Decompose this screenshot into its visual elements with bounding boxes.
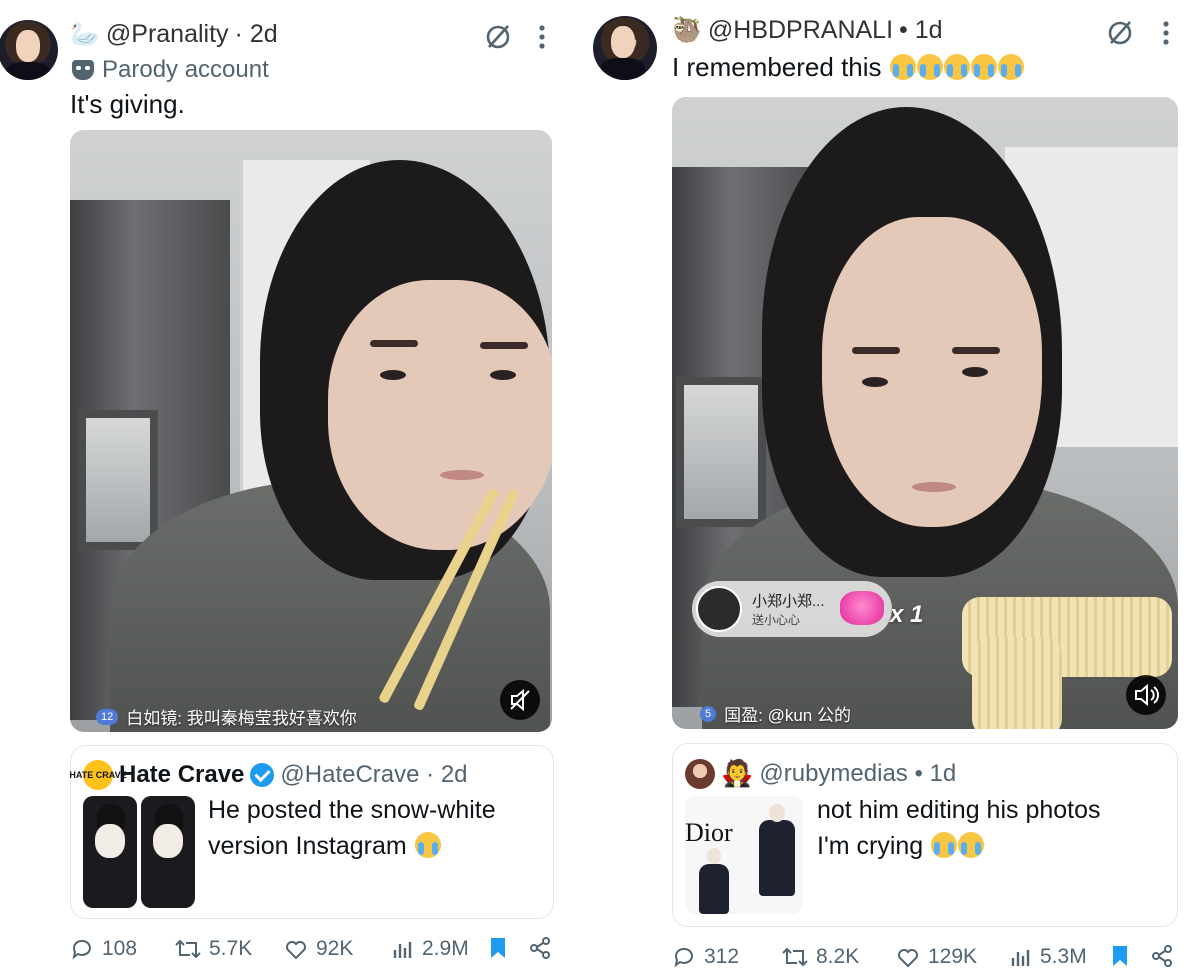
view-count: 5.3M (1040, 945, 1087, 968)
gift-subtitle: 送小心心 (752, 613, 801, 627)
crying-emoji (889, 54, 916, 80)
right-tweet[interactable]: 🦥 @HBDPRANALI • 1d I remembered this 小郑小… (580, 0, 1200, 978)
vampire-emoji: 🧛 (721, 758, 754, 788)
avatar[interactable] (0, 20, 58, 80)
user-level-badge: 12 (96, 708, 119, 725)
repost-count: 5.7K (209, 937, 253, 960)
bookmark-icon[interactable] (488, 936, 508, 960)
action-bar: 108 5.7K 92K 2.9M (70, 934, 554, 964)
quoted-display-name[interactable]: Hate Crave (119, 761, 244, 789)
share-icon[interactable] (1150, 944, 1174, 968)
speaker-muted-icon[interactable] (500, 680, 540, 720)
user-handle[interactable]: @HBDPRANALI (708, 16, 893, 45)
more-icon[interactable] (538, 24, 546, 50)
avatar[interactable] (593, 16, 657, 80)
quoted-image[interactable]: Dior (685, 796, 803, 914)
like-icon (286, 941, 306, 960)
gifter-name: 小郑小郑... (752, 593, 825, 610)
tweet-text: I remembered this (672, 52, 1024, 83)
quoted-image-2[interactable] (141, 796, 195, 908)
crying-emoji (958, 832, 985, 858)
views-button[interactable]: 2.9M (392, 937, 469, 961)
like-icon (898, 949, 918, 968)
quoted-handle-time[interactable]: @HateCrave · 2d (280, 761, 467, 789)
live-comment: 5 国盈: @kun 公的 (700, 701, 851, 726)
crying-emoji (997, 54, 1024, 80)
tweet-text-content: I remembered this (672, 52, 882, 82)
quoted-text-line-2: I'm crying (817, 828, 1101, 864)
user-level-badge: 5 (700, 705, 717, 722)
crying-emoji (931, 832, 958, 858)
hate-crave-logo: HATE CRAVE (69, 760, 127, 790)
verified-badge-icon (250, 763, 275, 787)
speaker-icon[interactable] (1126, 675, 1166, 715)
parody-mask-icon (72, 60, 94, 80)
repost-icon (782, 947, 808, 967)
reply-button[interactable]: 108 (70, 937, 137, 961)
quoted-tweet-header: HATE CRAVE Hate Crave @HateCrave · 2d (69, 760, 468, 790)
user-handle[interactable]: @Pranality (106, 20, 229, 49)
like-count: 92K (316, 937, 354, 960)
views-icon (393, 942, 412, 958)
tweet-header: 🦥 @HBDPRANALI • 1d (672, 16, 943, 45)
timestamp[interactable]: · 2d (235, 20, 278, 49)
quoted-tweet-text: not him editing his photos I'm crying (817, 792, 1101, 864)
gift-count: x 1 (890, 601, 924, 628)
tweet-video[interactable]: 12 白如镜: 我叫秦梅莹我好喜欢你 (70, 130, 552, 732)
quoted-tweet[interactable]: HATE CRAVE Hate Crave @HateCrave · 2d He… (69, 745, 554, 919)
dior-logo: Dior (685, 818, 733, 847)
quoted-tweet-text: He posted the snow-white version Instagr… (208, 792, 496, 864)
reply-button[interactable]: 312 (672, 945, 739, 969)
more-icon[interactable] (1162, 20, 1170, 46)
crying-emoji (916, 54, 943, 80)
gifter-avatar (696, 586, 742, 632)
tweet-video[interactable]: 小郑小郑... 送小心心 x 1 5 国盈: @kun 公的 (672, 97, 1178, 729)
sloth-emoji: 🦥 (672, 17, 702, 44)
views-button[interactable]: 5.3M (1010, 945, 1087, 969)
bookmark-icon[interactable] (1110, 944, 1130, 968)
reply-count: 312 (704, 945, 740, 968)
like-button[interactable]: 92K (284, 937, 353, 961)
repost-button[interactable]: 5.7K (175, 937, 252, 961)
parody-text: Parody account (102, 56, 269, 83)
quoted-tweet-header: 🧛 @rubymedias • 1d (685, 758, 956, 789)
parody-label: Parody account (72, 56, 269, 84)
live-comment: 12 白如镜: 我叫秦梅莹我好喜欢你 (96, 704, 357, 729)
repost-button[interactable]: 8.2K (782, 945, 859, 969)
tweet-text: It's giving. (70, 89, 185, 119)
quoted-avatar[interactable] (685, 758, 715, 789)
live-comment-text: 国盈: @kun 公的 (724, 706, 851, 725)
left-tweet[interactable]: 🦢 @Pranality · 2d Parody account It's gi… (0, 0, 575, 978)
grok-icon[interactable] (1105, 18, 1135, 48)
quoted-handle-time[interactable]: @rubymedias • 1d (759, 760, 956, 788)
reply-icon (674, 947, 693, 968)
reply-icon (72, 939, 91, 960)
crying-emoji (943, 54, 970, 80)
grok-icon[interactable] (483, 22, 513, 52)
view-count: 2.9M (422, 937, 469, 960)
action-bar: 312 8.2K 129K 5.3M (672, 942, 1178, 972)
reply-count: 108 (102, 937, 138, 960)
repost-count: 8.2K (816, 945, 860, 968)
quoted-text-line-2: version Instagram (208, 828, 496, 864)
repost-icon (175, 939, 201, 959)
quoted-text-line-1: He posted the snow-white (208, 796, 496, 824)
quoted-image-1[interactable] (83, 796, 137, 908)
live-comment-text: 白如镜: 我叫秦梅莹我好喜欢你 (126, 709, 357, 728)
tweet-header: 🦢 @Pranality · 2d (70, 20, 278, 49)
quoted-tweet[interactable]: 🧛 @rubymedias • 1d Dior not him editing … (672, 743, 1178, 927)
swan-emoji: 🦢 (70, 21, 100, 48)
like-count: 129K (928, 945, 978, 968)
share-icon[interactable] (528, 936, 552, 960)
timestamp[interactable]: • 1d (899, 16, 943, 45)
views-icon (1011, 950, 1030, 966)
heart-gift-icon (840, 591, 884, 625)
crying-emoji (414, 832, 441, 858)
like-button[interactable]: 129K (896, 945, 977, 969)
crying-emoji (970, 54, 997, 80)
quoted-text-line-1: not him editing his photos (817, 796, 1101, 824)
